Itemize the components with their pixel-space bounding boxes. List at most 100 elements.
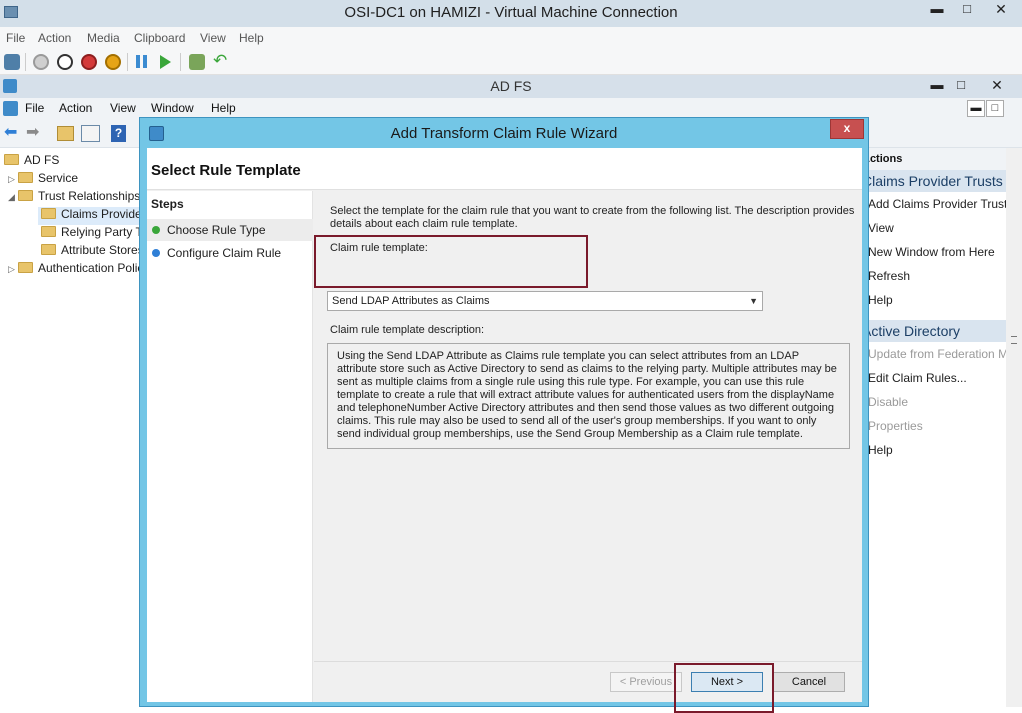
folder-icon <box>41 244 56 255</box>
mmc-window-title: AD FS <box>490 78 532 94</box>
tree-item-trust-relationships[interactable]: ◢ Trust Relationships <box>8 189 140 207</box>
step-complete-dot-icon <box>152 226 160 234</box>
shut-down-icon[interactable] <box>81 54 97 70</box>
actions-section-claims-provider[interactable]: Claims Provider Trusts <box>860 170 1006 192</box>
tree-label: Service <box>38 171 79 185</box>
vm-title-bar: OSI-DC1 on HAMIZI - Virtual Machine Conn… <box>0 0 1022 27</box>
expand-icon[interactable]: ▷ <box>8 264 18 275</box>
tree-item-attribute-stores[interactable]: Attribute Stores <box>41 243 144 261</box>
cancel-button[interactable]: Cancel <box>773 672 845 692</box>
resume-icon[interactable] <box>160 55 171 69</box>
turn-off-icon[interactable] <box>57 54 73 70</box>
description-label: Claim rule template description: <box>330 324 485 336</box>
dropdown-value: Send LDAP Attributes as Claims <box>332 295 490 307</box>
actions-pane: Actions Claims Provider Trusts Add Claim… <box>860 148 1006 707</box>
action-properties: Properties <box>868 419 923 433</box>
expand-icon[interactable]: ▷ <box>8 174 18 185</box>
actions-header: Actions <box>860 148 1006 170</box>
wizard-close-button[interactable]: x <box>830 119 864 139</box>
wizard-title: Add Transform Claim Rule Wizard <box>390 125 618 142</box>
steps-panel: Steps Choose Rule Type Configure Claim R… <box>147 191 313 702</box>
claim-rule-template-dropdown[interactable]: Send LDAP Attributes as Claims ▼ <box>327 291 763 311</box>
tree-item-claims-provider-trusts[interactable]: Claims Provider Trusts <box>38 207 140 225</box>
wizard-header: Select Rule Template <box>147 148 862 190</box>
vm-close-button[interactable]: ✕ <box>986 0 1016 20</box>
step-label: Configure Claim Rule <box>167 246 282 260</box>
previous-button: < Previous <box>610 672 682 692</box>
mmc-maximize-button[interactable]: □ <box>946 76 976 96</box>
mmc-menu-view[interactable]: View <box>110 101 136 115</box>
page-title: Select Rule Template <box>151 162 301 179</box>
toolbar-separator <box>180 53 181 71</box>
help-icon[interactable]: ? <box>111 125 126 142</box>
vm-menu-media[interactable]: Media <box>87 31 120 45</box>
ctrl-alt-del-icon[interactable] <box>4 54 20 70</box>
vm-toolbar: ↶ <box>0 49 1022 75</box>
toolbar-separator <box>127 53 128 71</box>
tree-label: Claims Provider Trusts <box>61 207 140 221</box>
highlight-box-next <box>674 663 774 713</box>
forward-arrow-icon[interactable]: ➡ <box>26 125 39 141</box>
vm-menu-action[interactable]: Action <box>38 31 71 45</box>
up-folder-icon[interactable] <box>57 126 74 141</box>
tree-item-adfs[interactable]: AD FS <box>4 153 59 171</box>
chevron-down-icon: ▼ <box>749 296 758 306</box>
folder-icon <box>41 226 56 237</box>
action-help[interactable]: Help <box>860 288 1006 312</box>
vm-window-title: OSI-DC1 on HAMIZI - Virtual Machine Conn… <box>344 4 678 21</box>
mmc-close-button[interactable]: ✕ <box>982 76 1012 96</box>
checkpoint-icon[interactable] <box>189 54 205 70</box>
revert-icon[interactable]: ↶ <box>213 52 227 70</box>
action-new-window[interactable]: New Window from Here <box>860 240 1006 264</box>
action-help-2[interactable]: Help <box>860 438 1006 462</box>
tree-item-service[interactable]: ▷ Service <box>8 171 78 189</box>
wizard-footer: < Previous Next > Cancel <box>314 661 862 713</box>
vm-minimize-button[interactable]: ▬ <box>922 0 952 20</box>
scrollbar-grip <box>1011 336 1017 344</box>
folder-icon <box>4 154 19 165</box>
start-icon[interactable] <box>33 54 49 70</box>
action-view[interactable]: View <box>860 216 1006 240</box>
mmc-menu-window[interactable]: Window <box>151 101 194 115</box>
folder-open-icon <box>18 190 33 201</box>
vm-menu-file[interactable]: File <box>6 31 25 45</box>
mmc-title-bar: AD FS ▬ □ ✕ <box>0 75 1022 98</box>
wizard-title-bar: Add Transform Claim Rule Wizard x <box>140 118 868 148</box>
vm-menu-help[interactable]: Help <box>239 31 264 45</box>
show-hide-tree-icon[interactable] <box>81 125 100 142</box>
vm-menu-clipboard[interactable]: Clipboard <box>134 31 185 45</box>
steps-title: Steps <box>151 197 184 211</box>
pause-icon[interactable] <box>136 55 140 68</box>
scrollbar[interactable] <box>1006 148 1022 707</box>
collapse-icon[interactable]: ◢ <box>8 192 18 203</box>
highlight-box-template <box>314 235 588 288</box>
tree-item-authentication-policies[interactable]: ▷ Authentication Policies <box>8 261 159 279</box>
wizard-body: Select Rule Template Steps Choose Rule T… <box>147 148 862 713</box>
save-state-icon[interactable] <box>105 54 121 70</box>
vm-maximize-button[interactable]: □ <box>952 0 982 20</box>
mmc-child-restore-button[interactable]: □ <box>986 100 1004 117</box>
action-add-claims-provider-trust[interactable]: Add Claims Provider Trust... <box>860 192 1006 216</box>
tree-label: Attribute Stores <box>61 243 144 257</box>
actions-section-active-directory[interactable]: Active Directory <box>860 320 1006 342</box>
toolbar-separator <box>25 53 26 71</box>
pause-icon-bar <box>143 55 147 68</box>
step-label: Choose Rule Type <box>167 223 266 237</box>
back-arrow-icon[interactable]: ⬅ <box>4 125 17 141</box>
folder-icon <box>18 172 33 183</box>
mmc-child-minimize-button[interactable]: ▬ <box>967 100 985 117</box>
tree-label: Trust Relationships <box>38 189 141 203</box>
folder-icon <box>41 208 56 219</box>
mmc-menu-action[interactable]: Action <box>59 101 92 115</box>
mmc-menu-help[interactable]: Help <box>211 101 236 115</box>
vm-menu-view[interactable]: View <box>200 31 226 45</box>
intro-line-1: Select the template for the claim rule t… <box>330 205 855 217</box>
template-description-box: Using the Send LDAP Attribute as Claims … <box>327 343 850 449</box>
claim-rule-wizard-dialog: Add Transform Claim Rule Wizard x Select… <box>139 117 869 713</box>
intro-line-2: details about each claim rule template. <box>330 218 518 230</box>
console-tree: AD FS ▷ Service ◢ Trust Relationships Clai… <box>0 148 168 707</box>
action-edit-claim-rules[interactable]: Edit Claim Rules... <box>860 366 1006 390</box>
vm-menu-bar: File Action Media Clipboard View Help <box>0 27 1022 49</box>
mmc-menu-file[interactable]: File <box>25 101 44 115</box>
action-refresh[interactable]: Refresh <box>860 264 1006 288</box>
